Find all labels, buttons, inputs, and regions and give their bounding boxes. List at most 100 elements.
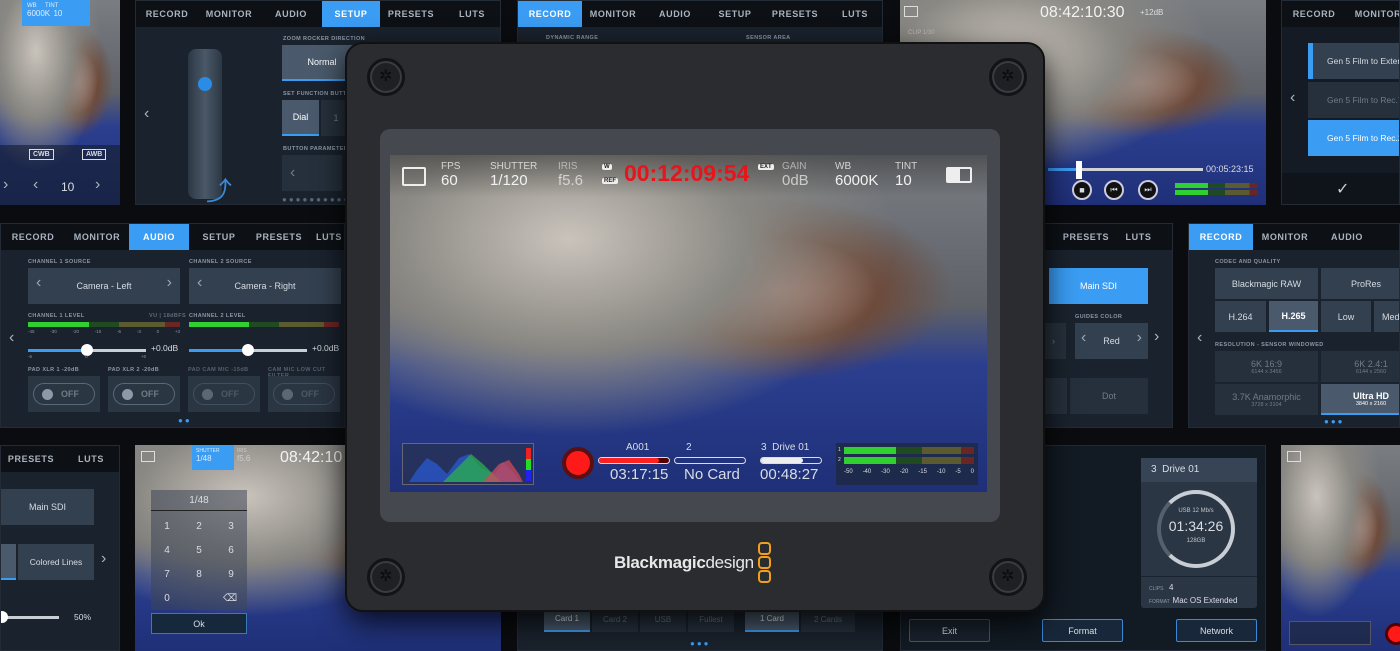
button-parameter-prev[interactable]: ‹ — [282, 155, 342, 191]
lut-item[interactable]: Gen 5 Film to Rec.2020 — [1308, 120, 1399, 156]
wb-highlight[interactable]: WB TINT 6000K 10 — [22, 0, 90, 26]
tab-record[interactable]: RECORD — [136, 1, 198, 27]
media-slot-card[interactable]: 3 Drive 01 USB 12 Mb/s 01:34:26 128GB CL… — [1141, 458, 1257, 608]
tab-setup[interactable]: SETUP — [322, 1, 380, 27]
tab-record[interactable]: RECORD — [1282, 1, 1346, 27]
tab-monitor[interactable]: MONITOR — [582, 1, 644, 27]
fps-control[interactable]: FPS 60 — [441, 161, 460, 189]
guide-style-option[interactable] — [1, 544, 16, 580]
frame-guide-icon[interactable] — [402, 167, 426, 186]
ok-button[interactable]: Ok — [151, 613, 247, 634]
gain-control[interactable]: GAIN 0dB — [782, 161, 809, 189]
chevron-left-icon[interactable]: ‹ — [36, 274, 41, 292]
frame-guide-icon[interactable] — [1287, 451, 1301, 462]
keypad-key[interactable]: 9 — [223, 569, 239, 580]
tab-audio[interactable]: AUDIO — [129, 224, 189, 250]
shutter-highlight[interactable]: SHUTTER 1/48 — [192, 445, 234, 470]
playback-scrubber[interactable] — [1048, 161, 1203, 179]
tab-audio[interactable]: AUDIO — [260, 1, 322, 27]
chevron-right-icon[interactable]: › — [1154, 328, 1159, 346]
tab-record[interactable]: RECORD — [518, 1, 582, 27]
opacity-slider[interactable] — [1, 611, 59, 623]
record-button[interactable] — [1385, 623, 1400, 645]
awb-button[interactable]: AWB — [82, 149, 107, 160]
tab-record[interactable]: RECORD — [1189, 224, 1253, 250]
tab-monitor[interactable]: MONITOR — [1346, 1, 1399, 27]
format-button[interactable]: Format — [1042, 619, 1123, 642]
tab-luts[interactable]: LUTS — [309, 224, 344, 250]
pad-toggle[interactable]: OFF — [273, 383, 335, 405]
network-button[interactable]: Network — [1176, 619, 1257, 642]
pad-toggle[interactable]: OFF — [193, 383, 255, 405]
frame-guide-icon[interactable] — [904, 6, 918, 17]
skip-back-icon[interactable]: ⏮ — [1104, 180, 1124, 200]
record-button[interactable] — [562, 447, 594, 479]
keypad-key[interactable]: 7 — [159, 569, 175, 580]
tab-monitor[interactable]: MONITOR — [198, 1, 260, 27]
chevron-left-icon[interactable]: ‹ — [197, 274, 202, 292]
quality-medium[interactable]: Medium — [1374, 301, 1399, 332]
iris-control[interactable]: IRIS f5.6 — [558, 161, 583, 189]
ch1-level-slider[interactable] — [28, 344, 146, 356]
tab-presets[interactable]: PRESETS — [1, 446, 61, 472]
chevron-right-icon[interactable]: › — [95, 176, 100, 194]
ch2-source-selector[interactable]: ‹ Camera - Right — [189, 268, 341, 304]
keypad-key[interactable]: 3 — [223, 521, 239, 532]
tab-audio[interactable]: AUDIO — [644, 1, 706, 27]
exit-button[interactable]: Exit — [909, 619, 990, 642]
backspace-icon[interactable]: ⌫ — [223, 593, 237, 604]
tab-setup[interactable]: SETUP — [189, 224, 249, 250]
quality-h264[interactable]: H.264 — [1215, 301, 1266, 332]
function-dial[interactable]: Dial — [282, 100, 319, 136]
tab-audio[interactable]: AUDIO — [1317, 224, 1377, 250]
tab-monitor[interactable]: MONITOR — [1253, 224, 1317, 250]
keypad-key[interactable]: 1 — [159, 521, 175, 532]
keypad-key[interactable]: 2 — [191, 521, 207, 532]
keypad-key[interactable]: 0 — [159, 593, 175, 604]
frame-guide-icon[interactable] — [141, 451, 155, 462]
guide-style-dot[interactable]: Dot — [1070, 378, 1148, 414]
tab-presets[interactable]: PRESETS — [764, 1, 826, 27]
tab-presets[interactable]: PRESETS — [1061, 224, 1111, 250]
quality-low[interactable]: Low — [1321, 301, 1371, 332]
tab-luts[interactable]: LUTS — [1111, 224, 1166, 250]
chevron-right-icon[interactable]: › — [3, 176, 8, 194]
cwb-button[interactable]: CWB — [29, 149, 54, 160]
tab-record[interactable]: RECORD — [1, 224, 65, 250]
tab-luts[interactable]: LUTS — [442, 1, 500, 27]
ch1-source-selector[interactable]: ‹ Camera - Left › — [28, 268, 180, 304]
tab-luts[interactable]: LUTS — [826, 1, 882, 27]
tab-luts[interactable]: LUTS — [61, 446, 119, 472]
output-main-sdi[interactable]: Main SDI — [1049, 268, 1148, 304]
resolution-option[interactable]: 3.7K Anamorphic 3728 x 3104 — [1215, 384, 1318, 415]
ch2-level-slider[interactable] — [189, 344, 307, 356]
wb-control[interactable]: WB 6000K — [835, 161, 878, 189]
shutter-control[interactable]: SHUTTER 1/120 — [490, 161, 537, 189]
pad-toggle[interactable]: OFF — [113, 383, 175, 405]
guides-color-selector[interactable]: ‹ Red › — [1075, 323, 1148, 359]
quality-h265[interactable]: H.265 — [1269, 301, 1318, 332]
tab-presets[interactable]: PRESETS — [380, 1, 442, 27]
chevron-right-icon[interactable]: › — [167, 274, 172, 292]
resolution-option[interactable]: 6K 16:9 6144 x 3456 — [1215, 351, 1318, 382]
chevron-left-icon[interactable]: ‹ — [1290, 89, 1295, 107]
resolution-option[interactable]: 6K 2.4:1 6144 x 2560 — [1321, 351, 1399, 382]
keypad-key[interactable]: 6 — [223, 545, 239, 556]
chevron-left-icon[interactable]: ‹ — [9, 329, 14, 347]
resolution-option[interactable]: Ultra HD 3840 x 2160 — [1321, 384, 1399, 415]
skip-forward-icon[interactable]: ⏭ — [1138, 180, 1158, 200]
tint-control[interactable]: TINT 10 — [895, 161, 917, 189]
guide-style-colored-lines[interactable]: Colored Lines — [18, 544, 94, 580]
stop-icon[interactable]: ■ — [1072, 180, 1092, 200]
tab-setup[interactable]: SETUP — [706, 1, 764, 27]
tab-monitor[interactable]: MONITOR — [65, 224, 129, 250]
lut-item[interactable]: Gen 5 Film to Extended — [1308, 43, 1399, 79]
codec-braw[interactable]: Blackmagic RAW — [1215, 268, 1318, 299]
codec-prores[interactable]: ProRes — [1321, 268, 1399, 299]
chevron-left-icon[interactable]: ‹ — [1197, 329, 1202, 347]
keypad-key[interactable]: 8 — [191, 569, 207, 580]
chevron-left-icon[interactable]: ‹ — [1081, 329, 1086, 347]
chevron-right-icon[interactable]: › — [1137, 329, 1142, 347]
chevron-left-icon[interactable]: ‹ — [144, 105, 149, 123]
tab-presets[interactable]: PRESETS — [249, 224, 309, 250]
